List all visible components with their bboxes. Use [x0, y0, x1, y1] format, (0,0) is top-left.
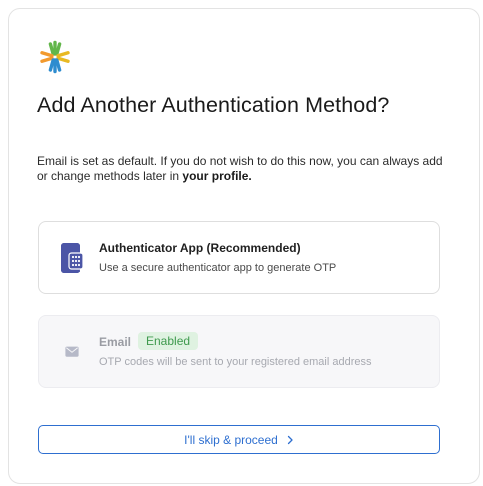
- authenticator-app-icon: [61, 243, 83, 273]
- page-title: Add Another Authentication Method?: [37, 93, 390, 117]
- chevron-right-icon: [287, 435, 293, 444]
- authenticator-app-subtitle: Use a secure authenticator app to genera…: [99, 262, 337, 274]
- description-text: Email is set as default. If you do not w…: [37, 154, 447, 184]
- skip-proceed-label: I'll skip & proceed: [184, 432, 278, 447]
- mail-icon: [65, 346, 79, 357]
- email-subtitle: OTP codes will be sent to your registere…: [99, 356, 372, 368]
- skip-proceed-button[interactable]: I'll skip & proceed: [38, 425, 440, 454]
- enabled-badge: Enabled: [138, 332, 199, 350]
- authenticator-app-title: Authenticator App (Recommended): [99, 241, 301, 255]
- auth-method-card: Add Another Authentication Method? Email…: [8, 8, 480, 484]
- profile-link[interactable]: your profile.: [182, 169, 251, 183]
- brand-logo-icon: [40, 40, 70, 74]
- email-title: Email: [99, 335, 132, 349]
- email-option: Email Enabled OTP codes will be sent to …: [38, 315, 440, 388]
- authenticator-app-option[interactable]: Authenticator App (Recommended) Use a se…: [38, 221, 440, 294]
